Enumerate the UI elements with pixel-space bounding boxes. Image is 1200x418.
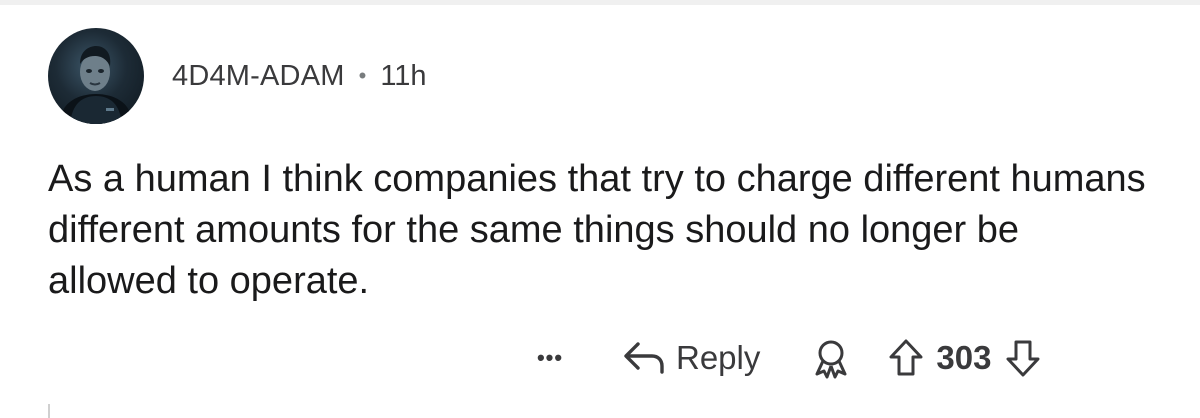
vote-count: 303 (936, 339, 992, 376)
comment-body: As a human I think companies that try to… (48, 158, 1146, 302)
comment-age: 11h (380, 59, 427, 92)
comment-actions: ••• Reply 303 (530, 330, 1043, 386)
upvote-arrow-icon[interactable] (886, 337, 926, 379)
avatar-image (62, 46, 130, 124)
reply-button[interactable]: Reply (622, 338, 760, 378)
reply-label: Reply (676, 339, 761, 376)
thread-line (48, 404, 50, 418)
author-name[interactable]: 4D4M-ADAM (172, 60, 345, 93)
downvote-arrow-icon[interactable] (1003, 337, 1043, 379)
reply-arrow-icon (624, 342, 664, 374)
meta-separator: • (358, 63, 367, 88)
award-icon (815, 340, 847, 379)
vote-controls: 303 (886, 337, 1043, 379)
more-options-button[interactable]: ••• (530, 338, 570, 378)
comment: 4D4M-ADAM • 11h As a human I think compa… (0, 0, 1200, 418)
avatar[interactable] (48, 28, 144, 124)
comment-header: 4D4M-ADAM • 11h (48, 28, 427, 124)
award-button[interactable] (806, 333, 856, 383)
